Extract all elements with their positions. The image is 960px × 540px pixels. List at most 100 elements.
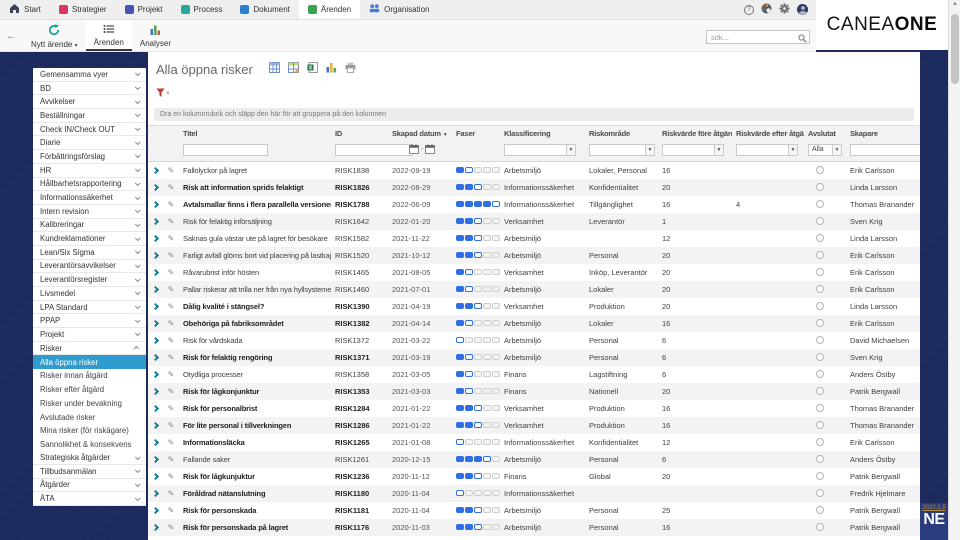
risk-title[interactable]: Fallolyckor på lagret bbox=[179, 166, 331, 175]
closed-radio[interactable] bbox=[816, 166, 824, 174]
help-icon[interactable]: ? bbox=[744, 5, 754, 15]
risk-title[interactable]: Saknas gula västar ute på lagret för bes… bbox=[179, 234, 331, 243]
module-tab-dokument[interactable]: Dokument bbox=[231, 0, 298, 19]
closed-radio[interactable] bbox=[816, 404, 824, 412]
module-tab-strategier[interactable]: Strategier bbox=[50, 0, 116, 19]
closed-radio[interactable] bbox=[816, 234, 824, 242]
search-input[interactable] bbox=[706, 30, 810, 44]
clear-filter-icon[interactable]: × bbox=[166, 92, 170, 96]
closed-radio[interactable] bbox=[816, 438, 824, 446]
sidebar-item-mina-risker-f-r-risk-gare-[interactable]: Mina risker (för riskägare) bbox=[33, 424, 146, 438]
column-header-avslutat[interactable]: Avslutat bbox=[804, 129, 846, 138]
expand-row-icon[interactable] bbox=[152, 524, 159, 531]
sidebar-item-alla-ppna-risker[interactable]: Alla öppna risker bbox=[33, 355, 146, 369]
expand-row-icon[interactable] bbox=[152, 405, 159, 412]
search-icon[interactable] bbox=[798, 30, 807, 48]
closed-radio[interactable] bbox=[816, 319, 824, 327]
expand-row-icon[interactable] bbox=[152, 354, 159, 361]
table-row[interactable]: ✎Fallande sakerRISK12612020-12-15Arbetsm… bbox=[148, 451, 920, 468]
closed-radio[interactable] bbox=[816, 455, 824, 463]
table-row[interactable]: ✎Farligt avfall glöms bort vid placering… bbox=[148, 247, 920, 264]
sidebar-group-hr[interactable]: HR bbox=[33, 164, 146, 178]
closed-filter-select[interactable]: Alla▼ bbox=[808, 144, 842, 156]
table-row[interactable]: ✎Pallar riskerar att trilla ner från nya… bbox=[148, 281, 920, 298]
back-icon[interactable]: ← bbox=[6, 30, 17, 42]
column-header-riskvarde-efter[interactable]: Riskvärde efter åtgärd bbox=[732, 129, 804, 138]
closed-radio[interactable] bbox=[816, 268, 824, 276]
sidebar-group-f-rb-ttringsf-rslag[interactable]: Förbättringsförslag bbox=[33, 150, 146, 164]
datagrid-view-icon[interactable] bbox=[269, 60, 280, 78]
expand-row-icon[interactable] bbox=[152, 167, 159, 174]
edit-row-icon[interactable]: ✎ bbox=[163, 404, 179, 413]
expand-row-icon[interactable] bbox=[152, 473, 159, 480]
group-by-bar[interactable]: Dra en kolumnrubrik och släpp den här fö… bbox=[154, 108, 914, 121]
expand-row-icon[interactable] bbox=[152, 303, 159, 310]
module-tab-projekt[interactable]: Projekt bbox=[116, 0, 172, 19]
table-row[interactable]: ✎Dålig kvalité i stängsel?RISK13902021-0… bbox=[148, 298, 920, 315]
sidebar-item-sannolikhet-konsekvens[interactable]: Sannolikhet & konsekvens bbox=[33, 438, 146, 452]
tab-arenden[interactable]: Ärenden bbox=[86, 20, 132, 51]
sidebar-group-bd[interactable]: BD bbox=[33, 82, 146, 96]
module-tab-organisation[interactable]: Organisation bbox=[360, 0, 438, 19]
edit-row-icon[interactable]: ✎ bbox=[163, 234, 179, 243]
classification-filter-dropdown[interactable]: ▼ bbox=[504, 144, 576, 156]
edit-row-icon[interactable]: ✎ bbox=[163, 166, 179, 175]
risk-title[interactable]: Fallande saker bbox=[179, 455, 331, 464]
expand-row-icon[interactable] bbox=[152, 286, 159, 293]
closed-radio[interactable] bbox=[816, 489, 824, 497]
column-header-riskomrade[interactable]: Riskområde bbox=[585, 129, 658, 138]
sidebar-group-intern-revision[interactable]: Intern revision bbox=[33, 205, 146, 219]
sidebar-item-risker-innan-tg-rd[interactable]: Risker innan åtgärd bbox=[33, 369, 146, 383]
expand-row-icon[interactable] bbox=[152, 439, 159, 446]
column-header-id[interactable]: ID bbox=[331, 129, 388, 138]
table-row[interactable]: ✎Risk för vårdskadaRISK13722021-03-22Arb… bbox=[148, 332, 920, 349]
edit-row-icon[interactable]: ✎ bbox=[163, 183, 179, 192]
sidebar-group--ta[interactable]: ÄTA bbox=[33, 492, 146, 506]
risk-title[interactable]: Risk att information sprids felaktigt bbox=[179, 183, 331, 192]
closed-radio[interactable] bbox=[816, 353, 824, 361]
theme-icon[interactable] bbox=[761, 1, 772, 19]
sidebar-group-gemensamma-vyer[interactable]: Gemensamma vyer bbox=[33, 68, 146, 82]
date-to-picker[interactable] bbox=[425, 141, 435, 159]
edit-row-icon[interactable]: ✎ bbox=[163, 421, 179, 430]
value-after-filter-dropdown[interactable]: ▼ bbox=[736, 144, 798, 156]
edit-row-icon[interactable]: ✎ bbox=[163, 285, 179, 294]
sidebar-group-leverant-rsavvikelser[interactable]: Leverantörsavvikelser bbox=[33, 260, 146, 274]
sidebar-group-lpa-standard[interactable]: LPA Standard bbox=[33, 301, 146, 315]
expand-row-icon[interactable] bbox=[152, 269, 159, 276]
sidebar-group-tillbudsanm-lan[interactable]: Tillbudsanmälan bbox=[33, 465, 146, 479]
column-header-skapad-datum[interactable]: Skapad datum ▼ bbox=[388, 129, 452, 138]
creator-filter-input[interactable] bbox=[850, 144, 920, 156]
sidebar-group--tg-rder[interactable]: Åtgärder bbox=[33, 479, 146, 493]
edit-row-icon[interactable]: ✎ bbox=[163, 319, 179, 328]
table-row[interactable]: ✎Otydliga processerRISK13582021-03-05Fin… bbox=[148, 366, 920, 383]
closed-radio[interactable] bbox=[816, 421, 824, 429]
risk-title[interactable]: Farligt avfall glöms bort vid placering … bbox=[179, 251, 331, 260]
tab-analyser[interactable]: Analyser bbox=[132, 20, 179, 51]
table-row[interactable]: ✎Risk för lågkonjunkturRISK13532021-03-0… bbox=[148, 383, 920, 400]
table-row[interactable]: ✎Risk för felaktig rengöringRISK13712021… bbox=[148, 349, 920, 366]
edit-row-icon[interactable]: ✎ bbox=[163, 455, 179, 464]
expand-row-icon[interactable] bbox=[152, 456, 159, 463]
edit-row-icon[interactable]: ✎ bbox=[163, 302, 179, 311]
column-header-klassificering[interactable]: Klassificering bbox=[500, 129, 585, 138]
edit-row-icon[interactable]: ✎ bbox=[163, 506, 179, 515]
risk-area-filter-dropdown[interactable]: ▼ bbox=[589, 144, 655, 156]
column-header-skapare[interactable]: Skapare bbox=[846, 129, 920, 138]
sidebar-group-ppap[interactable]: PPAP bbox=[33, 314, 146, 328]
sidebar-group-kundreklamationer[interactable]: Kundreklamationer bbox=[33, 232, 146, 246]
sidebar-group-risker[interactable]: Risker bbox=[33, 342, 146, 356]
table-row[interactable]: ✎Risk att information sprids felaktigtRI… bbox=[148, 179, 920, 196]
risk-title[interactable]: För lite personal i tillverkningen bbox=[179, 421, 331, 430]
sidebar-group-lean-six-sigma[interactable]: Lean/Six Sigma bbox=[33, 246, 146, 260]
closed-radio[interactable] bbox=[816, 336, 824, 344]
edit-row-icon[interactable]: ✎ bbox=[163, 217, 179, 226]
edit-row-icon[interactable]: ✎ bbox=[163, 268, 179, 277]
page-scrollbar[interactable]: ▲ bbox=[948, 0, 960, 540]
expand-row-icon[interactable] bbox=[152, 388, 159, 395]
user-avatar[interactable] bbox=[797, 4, 808, 15]
value-before-filter-dropdown[interactable]: ▼ bbox=[662, 144, 724, 156]
expand-row-icon[interactable] bbox=[152, 235, 159, 242]
module-tab-start[interactable]: Start bbox=[0, 0, 50, 19]
closed-radio[interactable] bbox=[816, 217, 824, 225]
